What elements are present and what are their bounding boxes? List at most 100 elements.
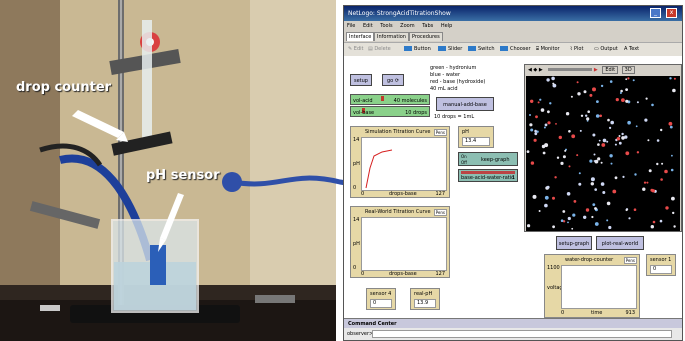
molecule-dot [606, 140, 609, 143]
manual-add-base-button[interactable]: manual-add-base [436, 97, 494, 111]
molecule-dot [554, 176, 557, 179]
vol-base-slider[interactable]: vol-base 10 drops [350, 106, 430, 117]
switch-tool-icon [468, 46, 476, 51]
speed-slider[interactable] [548, 68, 593, 71]
molecule-dot [578, 172, 581, 175]
menu-bar: File Edit Tools Zoom Tabs Help [344, 21, 682, 31]
molecule-dot [578, 182, 582, 186]
legend-acid-volume: 40 mL acid [430, 86, 458, 92]
sensor1-monitor: sensor 1 0 [646, 254, 676, 276]
molecule-dot [598, 139, 601, 142]
molecule-dot [585, 208, 590, 212]
wdc-plot-area [561, 265, 637, 309]
real-plot-ymax: 14 [353, 217, 360, 223]
go-button[interactable]: go ⟳ [382, 74, 404, 86]
molecule-dot [544, 203, 548, 208]
sim-plot-pens[interactable]: Pens [433, 129, 447, 136]
molecule-dot [656, 162, 659, 166]
keep-graph-switch[interactable]: On Off keep-graph [458, 152, 518, 166]
sim-plot-xmin: 0 [361, 191, 365, 197]
netlogo-window: NetLogo: StrongAcidTitrationShow _ x Fil… [343, 5, 683, 341]
simulation-titration-plot: Simulation Titration Curve Pens 14 0 pH … [350, 126, 450, 198]
toolbar-chooser[interactable]: Chooser [500, 43, 531, 56]
molecule-dot [636, 101, 639, 104]
world-canvas[interactable] [526, 76, 680, 231]
molecule-dot [627, 120, 631, 125]
molecule-dot [671, 196, 675, 201]
title-bar: NetLogo: StrongAcidTitrationShow _ x [344, 6, 682, 21]
molecule-dot [625, 151, 630, 156]
molecule-dot [585, 114, 588, 117]
molecule-dot [592, 203, 596, 206]
legend-water: blue - water [430, 72, 461, 78]
toolbar-button[interactable]: Button [404, 43, 431, 56]
toolbar-edit[interactable]: ✎ Edit [348, 43, 363, 56]
toolbar-delete[interactable]: ▤ Delete [368, 43, 391, 56]
menu-file[interactable]: File [347, 23, 355, 29]
molecule-dot [600, 182, 605, 186]
menu-zoom[interactable]: Zoom [400, 23, 414, 29]
toolbar-text[interactable]: 𝖠 Text [624, 43, 639, 56]
menu-tools[interactable]: Tools [380, 23, 392, 29]
toolbar-switch[interactable]: Switch [468, 43, 495, 56]
molecule-dot [635, 125, 638, 128]
molecule-dot [621, 98, 625, 102]
molecule-dot [547, 110, 550, 114]
menu-edit[interactable]: Edit [363, 23, 373, 29]
molecule-dot [562, 155, 566, 159]
close-button[interactable]: x [666, 8, 677, 18]
molecule-dot [570, 95, 573, 98]
tab-information[interactable]: Information [374, 32, 409, 41]
base-acid-water-ratio-slider[interactable]: base-acid-water-ratio 1 [458, 169, 518, 182]
wdc-plot-ymax: 1100 [547, 265, 560, 271]
molecule-particles [526, 76, 676, 230]
observer-label[interactable]: observer> [347, 331, 373, 337]
tab-procedures[interactable]: Procedures [409, 32, 443, 41]
button-tool-icon [404, 46, 412, 51]
molecule-dot [606, 201, 611, 206]
molecule-dot [534, 129, 537, 133]
world-view-panel: ◀ ◆ ▶ ▶ Edit 3D [524, 64, 682, 232]
minimize-button[interactable]: _ [650, 8, 661, 18]
toolbar-slider[interactable]: Slider [438, 43, 462, 56]
molecule-dot [648, 169, 652, 173]
molecule-dot [606, 219, 609, 222]
molecule-dot [594, 207, 597, 210]
molecule-dot [590, 182, 594, 186]
molecule-dot [616, 137, 621, 141]
tab-interface[interactable]: Interface [346, 32, 375, 41]
molecule-dot [542, 151, 546, 155]
world-edit-button[interactable]: Edit [602, 66, 619, 74]
setup-button[interactable]: setup [350, 74, 372, 86]
molecule-dot [622, 175, 625, 178]
molecule-dot [614, 176, 618, 180]
real-plot-pens[interactable]: Pens [433, 209, 447, 216]
toolbar-output[interactable]: ▭ Output [594, 43, 618, 56]
vol-acid-slider[interactable]: vol-acid 40 molecules [350, 94, 430, 105]
toolbar-plot[interactable]: ⌇ Plot [570, 43, 583, 56]
molecule-dot [669, 125, 673, 129]
molecule-dot [556, 156, 560, 159]
molecule-dot [599, 114, 602, 118]
real-plot-ylabel: pH [353, 241, 360, 247]
setup-graph-button[interactable]: setup-graph [556, 236, 592, 250]
vol-acid-knob[interactable] [380, 96, 384, 101]
molecule-dot [594, 222, 599, 226]
command-input[interactable] [372, 330, 672, 338]
molecule-dot [571, 134, 576, 139]
molecule-dot [602, 138, 607, 143]
sensor1-value: 0 [650, 265, 672, 274]
toolbar-monitor[interactable]: ⌸ Monitor [536, 43, 560, 56]
molecule-dot [614, 143, 617, 146]
wdc-plot-pens[interactable]: Pens [623, 257, 637, 264]
molecule-dot [610, 120, 614, 125]
wdc-plot-xlabel: time [591, 310, 603, 316]
molecule-dot [560, 161, 564, 165]
legend-base: red - base (hydroxide) [430, 79, 486, 85]
molecule-dot [620, 89, 623, 93]
world-3d-button[interactable]: 3D [621, 66, 635, 74]
speed-controls[interactable]: ◀ ◆ ▶ [528, 67, 543, 73]
plot-real-world-button[interactable]: plot-real-world [596, 236, 644, 250]
menu-tabs[interactable]: Tabs [422, 23, 433, 29]
menu-help[interactable]: Help [441, 23, 452, 29]
